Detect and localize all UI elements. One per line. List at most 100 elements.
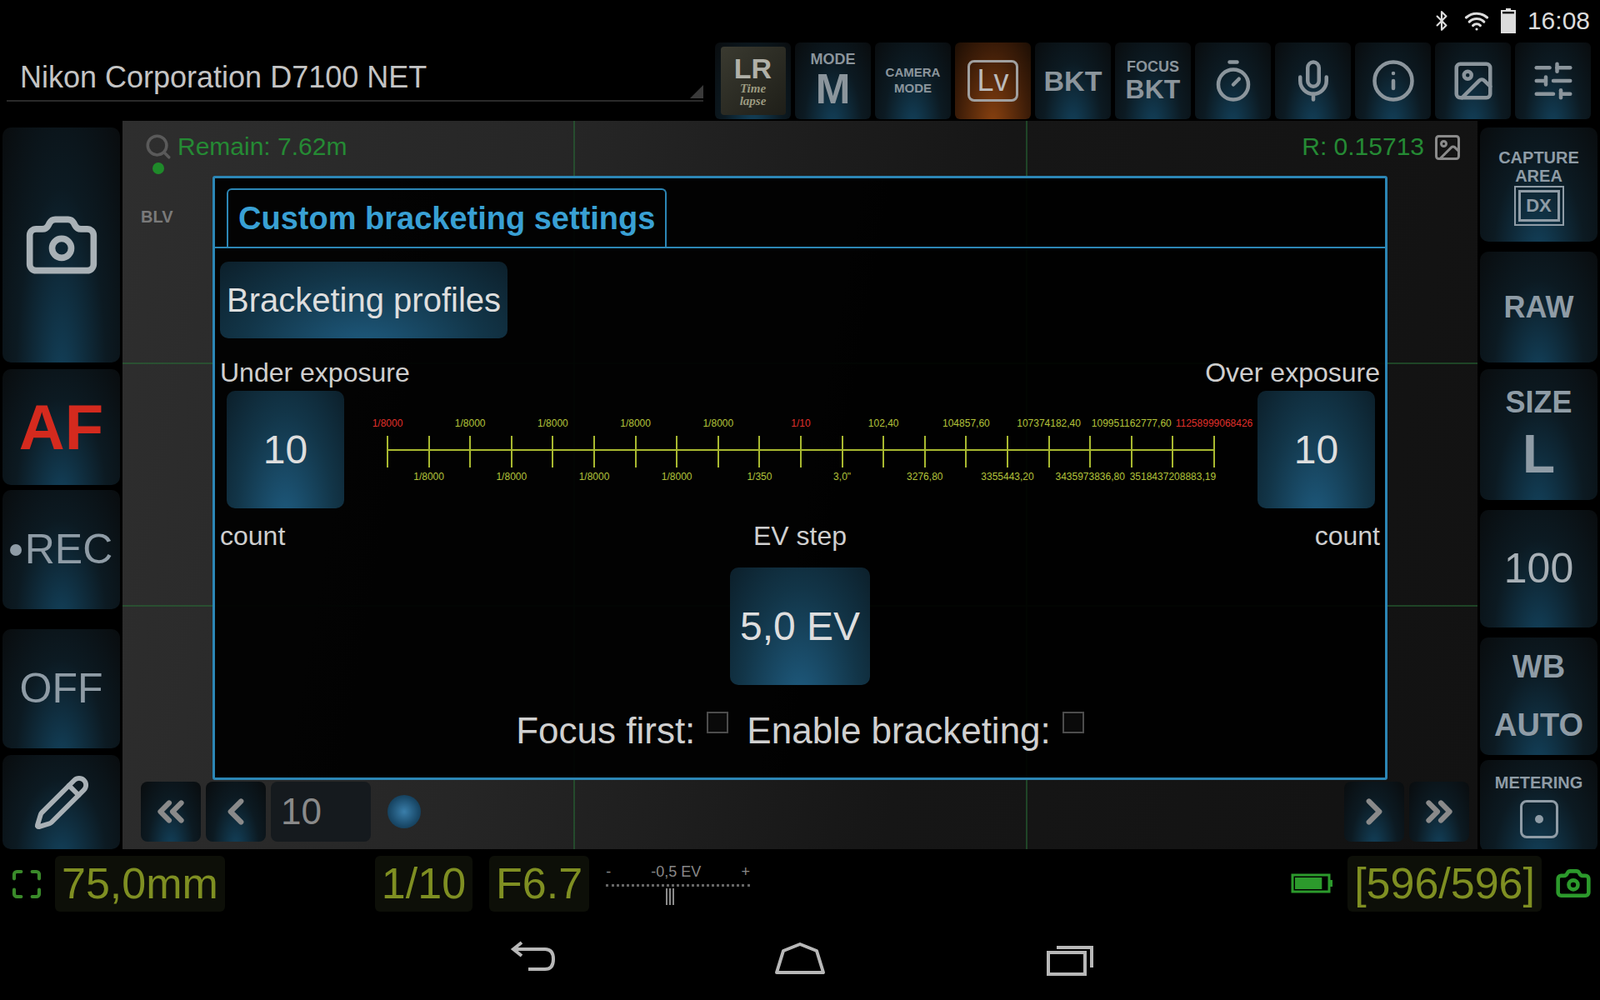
scale-label: 1/8000: [537, 417, 569, 430]
scale-label: 109951162777,60: [1091, 417, 1172, 430]
zoom-icon[interactable]: [144, 132, 173, 161]
scale-tick: [675, 435, 678, 468]
timelapse-logo: LRTimelapse: [720, 46, 786, 115]
scale-tick: [1130, 435, 1133, 468]
ratio-text: R: 0.15713: [1301, 132, 1425, 161]
scale-label: 1/8000: [495, 470, 527, 483]
prev-button[interactable]: [205, 781, 266, 842]
scale-tick: [1213, 435, 1215, 468]
toolbar-button[interactable]: Lv: [955, 42, 1031, 120]
caption-row: countEV stepcount: [220, 520, 1380, 552]
frame-field[interactable]: 10: [270, 781, 371, 842]
fullscreen-icon[interactable]: [10, 867, 44, 901]
over-count-button[interactable]: 10: [1257, 390, 1375, 509]
live-view-info: Remain: 7.62mR: 0.15713: [122, 120, 1478, 175]
scale-tick: [1171, 435, 1174, 468]
shutter-speed[interactable]: 1/10: [375, 855, 473, 911]
corner-icon: [690, 85, 704, 99]
side-button[interactable]: METERING: [1480, 760, 1598, 850]
toolbar-button[interactable]: [1355, 42, 1431, 120]
side-button[interactable]: [2, 127, 120, 363]
next-button[interactable]: [1344, 781, 1405, 842]
scale-label: 1/8000: [579, 470, 610, 483]
side-button[interactable]: OFF: [2, 629, 120, 749]
scale-tick: [924, 435, 926, 468]
meter-marker: [665, 888, 676, 905]
scale-label: 104857,60: [942, 417, 990, 430]
toolbar-button[interactable]: BKT: [1035, 42, 1111, 120]
profiles-button[interactable]: Bracketing profiles: [220, 261, 508, 339]
app-bar: Nikon Corporation D7100 NET LRTimelapseMO…: [0, 40, 1600, 121]
scale-tick: [551, 435, 554, 468]
sliders-icon: [1530, 58, 1576, 104]
blv-label: BLV: [140, 207, 174, 227]
checkbox[interactable]: [706, 711, 729, 734]
toolbar-button[interactable]: [1515, 42, 1591, 120]
scale-tick: [510, 435, 513, 468]
right-icon: [1353, 790, 1395, 833]
scale-tick: [428, 435, 430, 468]
under-count-button[interactable]: 10: [226, 390, 345, 509]
scale-label: 3276,80: [906, 470, 943, 483]
check-item[interactable]: Focus first:: [515, 710, 729, 753]
shots-remaining: [596/596]: [1347, 855, 1542, 911]
toolbar-button[interactable]: [1435, 42, 1511, 120]
dialog-tab[interactable]: Custom bracketing settings: [226, 188, 667, 247]
scale-tick: [758, 435, 760, 468]
scale-label: 107374182,40: [1016, 417, 1081, 430]
screen: 16:08 Nikon Corporation D7100 NET LRTimela…: [0, 0, 1600, 1000]
title: Nikon Corporation D7100 NET: [6, 60, 704, 102]
ev-step-button[interactable]: 5,0 EV: [730, 567, 870, 685]
toolbar-button[interactable]: CAMERAMODE: [875, 42, 951, 120]
scale-tick: [469, 435, 471, 468]
side-button[interactable]: WBAUTO: [1480, 637, 1598, 755]
scale-tick: [882, 435, 885, 468]
main-area: AFREC OFF Remain: 7.62mR: 0.15713 BLV 10 CAPT…: [0, 120, 1600, 850]
picture-icon[interactable]: [1432, 132, 1463, 163]
scale-tick: [1048, 435, 1050, 468]
exposure-meter: --0,5 EV+: [605, 863, 750, 905]
checkbox[interactable]: [1062, 711, 1085, 734]
bluetooth-icon: [1430, 10, 1453, 32]
camera-icon: [23, 206, 100, 284]
side-button[interactable]: REC: [2, 490, 120, 610]
double-right-icon: [1418, 790, 1460, 833]
scale-label: 1/10: [790, 417, 810, 430]
toolbar: LRTimelapseMODEMCAMERAMODELvBKTFOCUSBKT: [715, 42, 1600, 121]
right-panel: CAPTUREAREADXRAWSIZEL100WBAUTOMETERING: [1477, 120, 1600, 850]
clock: 16:08: [1527, 6, 1590, 35]
slider-knob[interactable]: [387, 795, 421, 829]
scale-label: 102,40: [868, 417, 900, 430]
side-button[interactable]: AF: [2, 369, 120, 485]
toolbar-button[interactable]: [1195, 42, 1271, 120]
side-button[interactable]: [2, 755, 120, 850]
camera-battery-icon: [1290, 873, 1335, 894]
double-left-icon: [150, 790, 192, 833]
scale-label: 3435973836,80: [1055, 470, 1125, 483]
scale-label: 1/350: [746, 470, 772, 483]
side-button[interactable]: SIZEL: [1480, 369, 1598, 500]
recents-icon[interactable]: [1043, 940, 1097, 978]
toolbar-button[interactable]: MODEM: [795, 42, 871, 120]
scale-tick: [1089, 435, 1091, 468]
check-item[interactable]: Enable bracketing:: [746, 710, 1084, 753]
focal-length: 75,0mm: [55, 855, 225, 911]
back-icon[interactable]: [503, 940, 557, 978]
frame-nav: 10: [122, 779, 1478, 850]
timer-icon: [1210, 58, 1256, 104]
aperture[interactable]: F6.7: [489, 855, 590, 911]
capture-icon[interactable]: [1555, 865, 1592, 902]
side-button[interactable]: CAPTUREAREADX: [1480, 127, 1598, 242]
side-button[interactable]: 100: [1480, 510, 1598, 628]
toolbar-button[interactable]: FOCUSBKT: [1115, 42, 1191, 120]
metering-icon: [1520, 800, 1559, 839]
scale-tick: [386, 435, 389, 468]
toolbar-button[interactable]: [1275, 42, 1351, 120]
last-button[interactable]: [1409, 781, 1470, 842]
home-icon[interactable]: [773, 940, 827, 978]
scale-label: 1/8000: [413, 470, 445, 483]
scale-label: 3355443,20: [980, 470, 1034, 483]
side-button[interactable]: RAW: [1480, 251, 1598, 363]
toolbar-button[interactable]: LRTimelapse: [715, 42, 791, 120]
first-button[interactable]: [140, 781, 201, 842]
